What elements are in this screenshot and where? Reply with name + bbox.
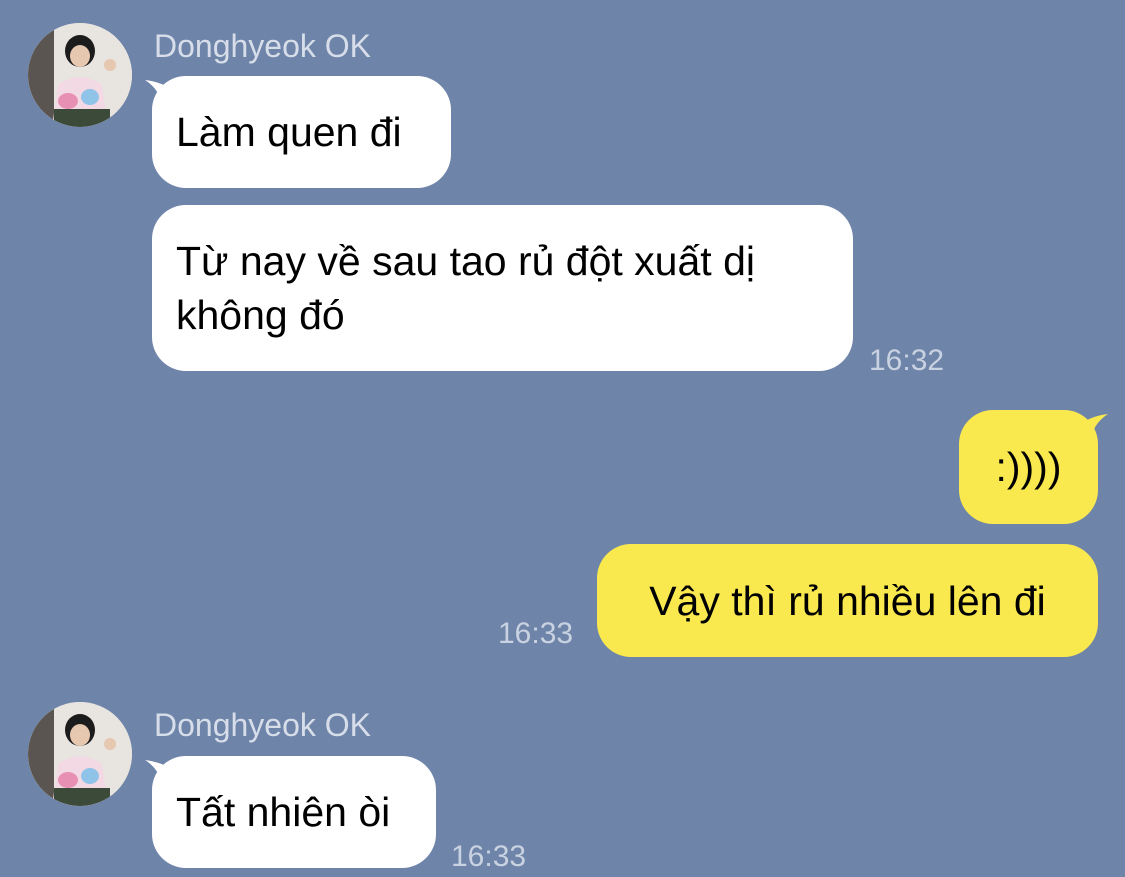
message-text: Làm quen đi [176,109,402,155]
avatar-photo-icon [28,23,132,127]
message-text: :)))) [995,444,1062,490]
timestamp: 16:33 [451,840,527,873]
avatar[interactable] [28,702,132,806]
message-text: Từ nay về sau tao rủ đột xuất dị không đ… [176,238,755,338]
sender-name: Donghyeok OK [154,28,372,64]
message-text: Tất nhiên òi [176,789,391,835]
message-bubble[interactable]: :)))) [959,410,1098,524]
message-bubble[interactable]: Làm quen đi [152,76,451,188]
timestamp: 16:33 [498,617,574,650]
message-text: Vậy thì rủ nhiều lên đi [649,577,1046,624]
avatar-photo-icon [28,702,132,806]
sender-name: Donghyeok OK [154,707,372,743]
chat-thread[interactable]: Donghyeok OK Làm quen đi Từ nay về sau t… [0,0,1125,877]
message-bubble[interactable]: Tất nhiên òi [152,756,436,868]
avatar[interactable] [28,23,132,127]
message-bubble[interactable]: Vậy thì rủ nhiều lên đi [597,544,1098,657]
timestamp: 16:32 [869,344,945,377]
message-bubble[interactable]: Từ nay về sau tao rủ đột xuất dị không đ… [152,205,853,371]
